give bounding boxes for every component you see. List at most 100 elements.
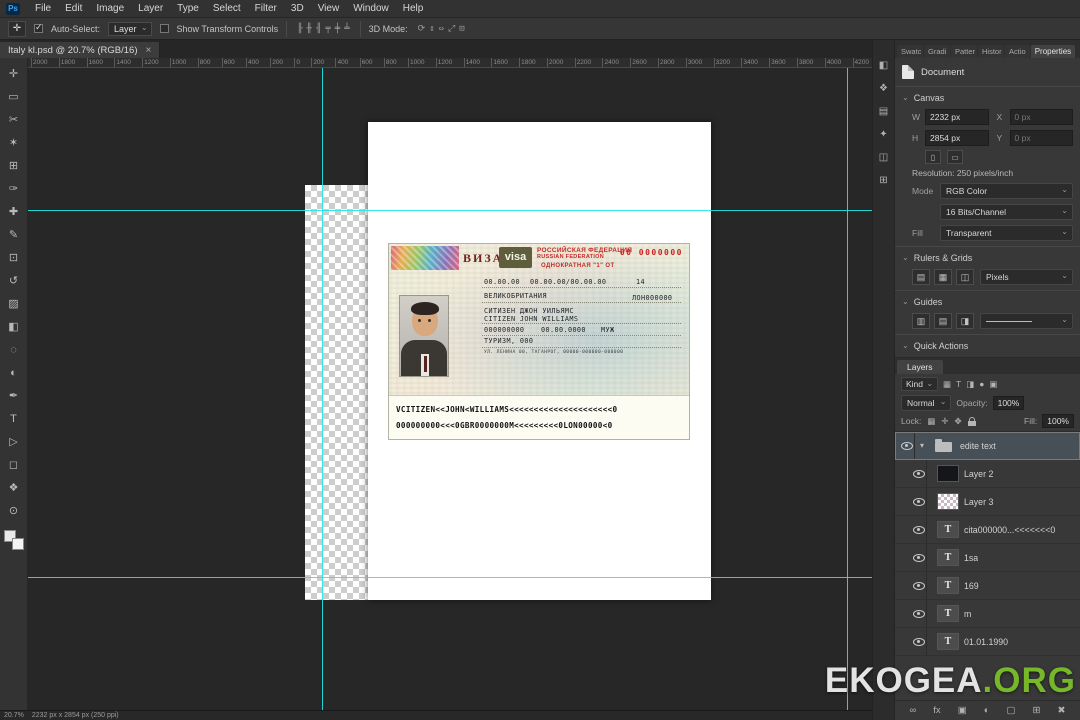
gradient-tool[interactable]: ◧	[2, 315, 26, 338]
history-brush-tool[interactable]: ↺	[2, 269, 26, 292]
3d-mode-icon[interactable]: ⤢	[446, 24, 457, 34]
move-tool[interactable]: ✛	[2, 62, 26, 85]
swatches-panel-icon[interactable]: ❖	[879, 83, 888, 94]
layer-row[interactable]: Layer 3	[895, 488, 1080, 516]
3d-mode-icon[interactable]: ⟳	[416, 24, 428, 34]
menu-item[interactable]: Window	[346, 2, 396, 15]
height-input[interactable]: 2854 px	[925, 130, 989, 146]
layer-filter-icon[interactable]: T	[955, 379, 962, 390]
document-tab[interactable]: Italy kl.psd @ 20.7% (RGB/16) ×	[0, 41, 161, 60]
landscape-orientation-button[interactable]: ▭	[947, 150, 963, 164]
align-icon[interactable]: ╧	[342, 24, 351, 34]
layer-row[interactable]: T 1sa	[895, 544, 1080, 572]
layer-row[interactable]: T m	[895, 600, 1080, 628]
fill-dropdown[interactable]: Transparent	[940, 225, 1073, 241]
clone-stamp-tool[interactable]: ⊡	[2, 246, 26, 269]
menu-item[interactable]: Image	[89, 2, 131, 15]
width-input[interactable]: 2232 px	[925, 109, 989, 125]
panel-tab[interactable]: Swatc	[897, 45, 923, 58]
layer-visibility-toggle[interactable]	[911, 600, 927, 627]
show-transform-checkbox[interactable]	[159, 24, 169, 33]
layer-visibility-toggle[interactable]	[911, 572, 927, 599]
layer-visibility-toggle[interactable]	[911, 544, 927, 571]
layer-row[interactable]: edite text	[895, 432, 1080, 460]
layer-filter-icon[interactable]: ●	[978, 379, 985, 390]
ruler-grid-icon[interactable]: ◫	[956, 269, 974, 285]
background-color-swatch[interactable]	[11, 538, 24, 550]
menu-item[interactable]: Help	[396, 2, 431, 15]
link-layers-icon[interactable]: ∞	[910, 705, 917, 716]
active-tool-icon[interactable]: ✛	[8, 20, 26, 37]
menu-item[interactable]: Select	[206, 2, 248, 15]
shape-tool[interactable]: ◻	[2, 453, 26, 476]
libraries-panel-icon[interactable]: ▤	[879, 106, 888, 117]
zoom-level[interactable]: 20.7%	[4, 712, 24, 719]
layer-row[interactable]: T cita000000...<<<<<<<0	[895, 516, 1080, 544]
layer-visibility-toggle[interactable]	[911, 516, 927, 543]
auto-select-checkbox[interactable]	[34, 22, 43, 33]
new-layer-icon[interactable]: ⊞	[1032, 705, 1040, 716]
x-input[interactable]: 0 px	[1009, 109, 1073, 125]
layer-row[interactable]: T 01.01.1990	[895, 628, 1080, 656]
guide-horizontal-bottom[interactable]	[28, 577, 872, 578]
menu-item[interactable]: Type	[170, 2, 206, 15]
layer-visibility-toggle[interactable]	[911, 628, 927, 655]
horizontal-ruler[interactable]: 2000 1800 1600 1400 1200 1000 800 600 400 200 0 200…	[28, 58, 872, 68]
3d-mode-icon[interactable]: ⇔	[437, 24, 446, 34]
eraser-tool[interactable]: ▨	[2, 292, 26, 315]
panel-tab[interactable]: Histor	[978, 45, 1004, 58]
group-disclosure-icon[interactable]	[920, 441, 928, 450]
new-group-icon[interactable]: ▢	[1006, 705, 1015, 716]
layer-effects-icon[interactable]: fx	[933, 705, 940, 716]
tab-properties[interactable]: Properties	[1030, 45, 1076, 58]
brush-tool[interactable]: ✎	[2, 223, 26, 246]
ruler-grid-icon[interactable]: ▤	[912, 269, 930, 285]
marquee-tool[interactable]: ▭	[2, 85, 26, 108]
guide-option-icon[interactable]: ▤	[934, 313, 952, 329]
lock-option-icon[interactable]: ✛	[940, 416, 949, 427]
layer-visibility-toggle[interactable]	[911, 488, 927, 515]
adjustment-layer-icon[interactable]: ◐	[984, 705, 990, 716]
portrait-orientation-button[interactable]: ▯	[925, 150, 941, 164]
menu-item[interactable]: 3D	[284, 2, 311, 15]
menu-item[interactable]: Layer	[131, 2, 170, 15]
blend-mode-dropdown[interactable]: Normal	[901, 395, 952, 411]
ruler-grid-icon[interactable]: ▦	[934, 269, 952, 285]
menu-item[interactable]: View	[311, 2, 347, 15]
history-panel-icon[interactable]: ◫	[879, 152, 888, 163]
adjustments-panel-icon[interactable]: ✦	[879, 129, 887, 140]
kind-filter-dropdown[interactable]: Kind	[901, 377, 939, 391]
canvas-section-header[interactable]: ⌄ Canvas	[902, 89, 1073, 106]
panel-tab[interactable]: Actio	[1005, 45, 1030, 58]
guide-style-dropdown[interactable]	[980, 313, 1073, 329]
bit-depth-dropdown[interactable]: 16 Bits/Channel	[940, 204, 1073, 220]
guides-header[interactable]: ⌄ Guides	[902, 293, 1073, 310]
units-dropdown[interactable]: Pixels	[980, 269, 1073, 285]
lock-option-icon[interactable]: ✥	[953, 416, 962, 427]
quick-selection-tool[interactable]: ✶	[2, 131, 26, 154]
rulers-grids-header[interactable]: ⌄ Rulers & Grids	[902, 249, 1073, 266]
layer-filter-icon[interactable]: ▣	[988, 379, 998, 390]
3d-mode-icon[interactable]: ⊡	[457, 24, 466, 34]
quick-actions-header[interactable]: ⌄ Quick Actions	[902, 337, 1073, 354]
lasso-tool[interactable]: ✂	[2, 108, 26, 131]
layer-filter-icon[interactable]: ▦	[942, 379, 952, 390]
align-icon[interactable]: ╟	[295, 24, 304, 34]
hand-tool[interactable]: ❖	[2, 476, 26, 499]
guide-vertical-right[interactable]	[847, 68, 848, 710]
layer-row[interactable]: T 169	[895, 572, 1080, 600]
blur-tool[interactable]: ◌	[2, 338, 26, 361]
color-panel-icon[interactable]: ◧	[879, 60, 888, 71]
menu-item[interactable]: Filter	[248, 2, 284, 15]
panel-tab[interactable]: Gradi	[924, 45, 950, 58]
eyedropper-tool[interactable]: ✑	[2, 177, 26, 200]
layer-fill-input[interactable]: 100%	[1042, 414, 1074, 428]
crop-tool[interactable]: ⊞	[2, 154, 26, 177]
layer-visibility-toggle[interactable]	[899, 432, 915, 459]
close-tab-icon[interactable]: ×	[146, 45, 152, 56]
guide-vertical-left[interactable]	[322, 68, 323, 710]
color-swatches[interactable]	[3, 530, 24, 550]
guide-option-icon[interactable]: ◨	[956, 313, 974, 329]
lock-option-icon[interactable]: ▦	[926, 416, 936, 427]
auto-select-dropdown[interactable]: Layer	[108, 21, 152, 36]
